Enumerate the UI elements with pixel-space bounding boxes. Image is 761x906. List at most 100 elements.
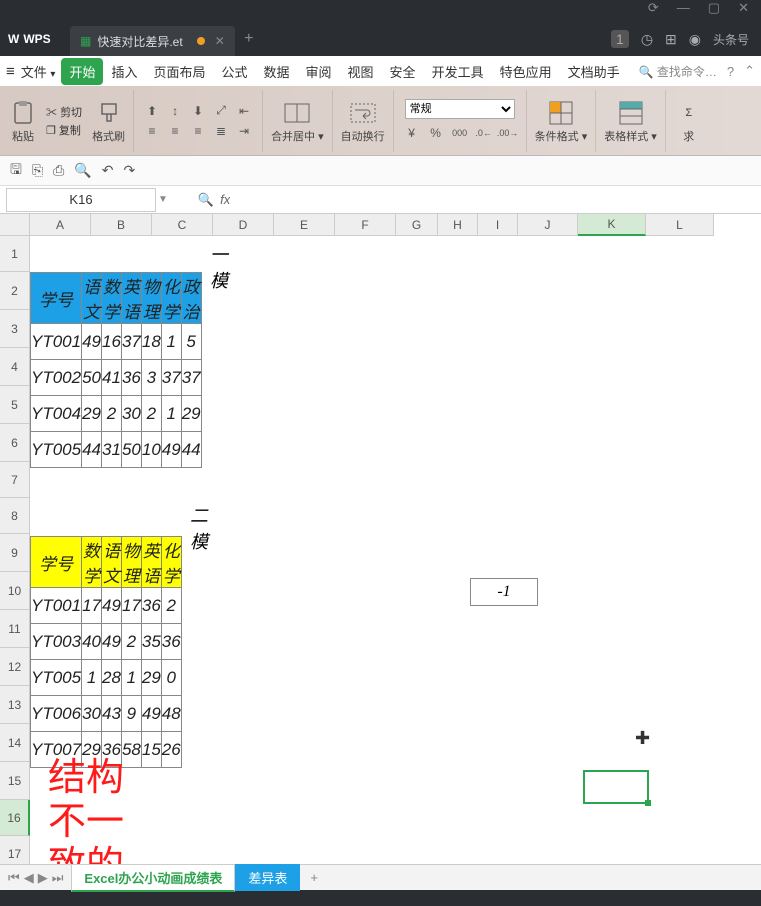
table-cell[interactable]: 1 xyxy=(161,324,181,360)
namebox-dropdown-icon[interactable]: ▼ xyxy=(158,194,168,205)
align-right-icon[interactable]: ≡ xyxy=(188,121,208,141)
cut-button[interactable]: ✂ 剪切 xyxy=(46,104,82,120)
row-header-14[interactable]: 14 xyxy=(0,724,30,762)
table-cell[interactable]: 50 xyxy=(82,360,102,396)
clock-icon[interactable]: ◷ xyxy=(641,31,653,48)
format-painter-icon[interactable] xyxy=(94,98,124,128)
col-header-B[interactable]: B xyxy=(91,214,152,236)
qa-redo-icon[interactable]: ↷ xyxy=(124,162,136,179)
table-cell[interactable]: 37 xyxy=(161,360,181,396)
notification-badge[interactable]: 1 xyxy=(611,30,629,48)
sheet-prev-icon[interactable]: ◀ xyxy=(24,870,34,886)
table-cell[interactable]: 36 xyxy=(161,624,181,660)
cell-h10-value[interactable]: -1 xyxy=(470,578,538,606)
tab-dev-tools[interactable]: 开发工具 xyxy=(424,58,492,85)
table-cell[interactable]: 37 xyxy=(121,324,141,360)
table-cell[interactable]: 30 xyxy=(121,396,141,432)
table-cell[interactable]: 37 xyxy=(181,360,201,396)
table-cell[interactable]: 28 xyxy=(102,660,122,696)
table-cell[interactable]: YT003 xyxy=(31,624,82,660)
row-header-6[interactable]: 6 xyxy=(0,424,30,462)
box-icon[interactable]: ⊞ xyxy=(665,31,677,48)
table-cell[interactable]: 2 xyxy=(161,588,181,624)
qa-undo-icon[interactable]: ↶ xyxy=(102,162,114,179)
table-cell[interactable]: 29 xyxy=(141,660,161,696)
document-tab[interactable]: ▦ 快速对比差异.et ✕ xyxy=(70,26,235,56)
table-cell[interactable]: 2 xyxy=(121,624,141,660)
col-header-L[interactable]: L xyxy=(646,214,714,236)
close-tab-icon[interactable]: ✕ xyxy=(215,34,225,48)
spreadsheet-grid[interactable]: ABCDEFGHIJKL 1234567891011121314151617 一… xyxy=(0,214,761,864)
table-cell[interactable]: YT005 xyxy=(31,432,82,468)
table-header[interactable]: 学号 xyxy=(31,537,82,588)
table-cell[interactable]: YT001 xyxy=(31,324,82,360)
table-cell[interactable]: 1 xyxy=(121,660,141,696)
table-cell[interactable]: 9 xyxy=(121,696,141,732)
table-cell[interactable]: 10 xyxy=(141,432,161,468)
table-cell[interactable]: 48 xyxy=(161,696,181,732)
sum-icon[interactable]: Σ xyxy=(674,98,704,128)
wc-sync-icon[interactable]: ⟳ xyxy=(648,0,659,22)
col-header-D[interactable]: D xyxy=(213,214,274,236)
row-header-10[interactable]: 10 xyxy=(0,572,30,610)
table-header[interactable]: 学号 xyxy=(31,273,82,324)
row-header-12[interactable]: 12 xyxy=(0,648,30,686)
indent-inc-icon[interactable]: ⇥ xyxy=(234,121,254,141)
row-header-15[interactable]: 15 xyxy=(0,762,30,800)
table-cell[interactable]: 44 xyxy=(82,432,102,468)
qa-preview-icon[interactable]: 🔍 xyxy=(74,162,91,179)
row-header-5[interactable]: 5 xyxy=(0,386,30,424)
table-cell[interactable]: 44 xyxy=(181,432,201,468)
table-style-icon[interactable] xyxy=(616,98,646,128)
tab-security[interactable]: 安全 xyxy=(382,58,424,85)
table-header[interactable]: 数学 xyxy=(82,537,102,588)
tab-review[interactable]: 审阅 xyxy=(298,58,340,85)
align-center-icon[interactable]: ≡ xyxy=(165,121,185,141)
name-box[interactable]: K16 xyxy=(6,188,156,212)
row-header-7[interactable]: 7 xyxy=(0,462,30,498)
table-cell[interactable]: 36 xyxy=(121,360,141,396)
sheet-last-icon[interactable]: ⏭ xyxy=(52,870,64,886)
table-header[interactable]: 语文 xyxy=(82,273,102,324)
table-cell[interactable]: 17 xyxy=(121,588,141,624)
cond-format-icon[interactable] xyxy=(546,98,576,128)
table-header[interactable]: 物理 xyxy=(121,537,141,588)
copy-button[interactable]: ❐ 复制 xyxy=(46,122,82,138)
file-menu[interactable]: 文件 ▾ xyxy=(21,62,56,81)
row-header-11[interactable]: 11 xyxy=(0,610,30,648)
formula-input[interactable] xyxy=(230,188,761,212)
table-cell[interactable]: 5 xyxy=(181,324,201,360)
wrap-icon[interactable] xyxy=(348,98,378,128)
table-cell[interactable]: 50 xyxy=(121,432,141,468)
table-cell[interactable]: YT002 xyxy=(31,360,82,396)
tab-page-layout[interactable]: 页面布局 xyxy=(145,58,213,85)
table-cell[interactable]: 18 xyxy=(141,324,161,360)
paste-icon[interactable] xyxy=(8,98,38,128)
table-cell[interactable]: 16 xyxy=(102,324,122,360)
col-header-K[interactable]: K xyxy=(578,214,646,236)
col-header-E[interactable]: E xyxy=(274,214,335,236)
number-format-select[interactable]: 常规 xyxy=(405,99,515,119)
col-header-G[interactable]: G xyxy=(396,214,438,236)
table-cell[interactable]: 43 xyxy=(102,696,122,732)
align-top-icon[interactable]: ⬆ xyxy=(142,101,162,121)
col-header-A[interactable]: A xyxy=(30,214,91,236)
indent-dec-icon[interactable]: ⇤ xyxy=(234,101,254,121)
insert-function-icon[interactable]: 🔍 xyxy=(198,192,214,208)
column-headers[interactable]: ABCDEFGHIJKL xyxy=(30,214,714,236)
table-cell[interactable]: YT004 xyxy=(31,396,82,432)
sheet-tab-active[interactable]: Excel办公小动画成绩表 xyxy=(71,864,235,892)
wc-close-icon[interactable]: ✕ xyxy=(738,0,749,22)
table-header[interactable]: 政治 xyxy=(181,273,201,324)
table-cell[interactable]: 2 xyxy=(102,396,122,432)
align-left-icon[interactable]: ≡ xyxy=(142,121,162,141)
table-cell[interactable]: 40 xyxy=(82,624,102,660)
merge-icon[interactable] xyxy=(282,98,312,128)
help-button[interactable]: ? xyxy=(727,64,734,79)
select-all-corner[interactable] xyxy=(0,214,30,236)
table-cell[interactable]: 49 xyxy=(82,324,102,360)
row-header-4[interactable]: 4 xyxy=(0,348,30,386)
table-cell[interactable]: YT006 xyxy=(31,696,82,732)
col-header-I[interactable]: I xyxy=(478,214,518,236)
qa-save-icon[interactable]: 🖫 xyxy=(10,159,22,183)
